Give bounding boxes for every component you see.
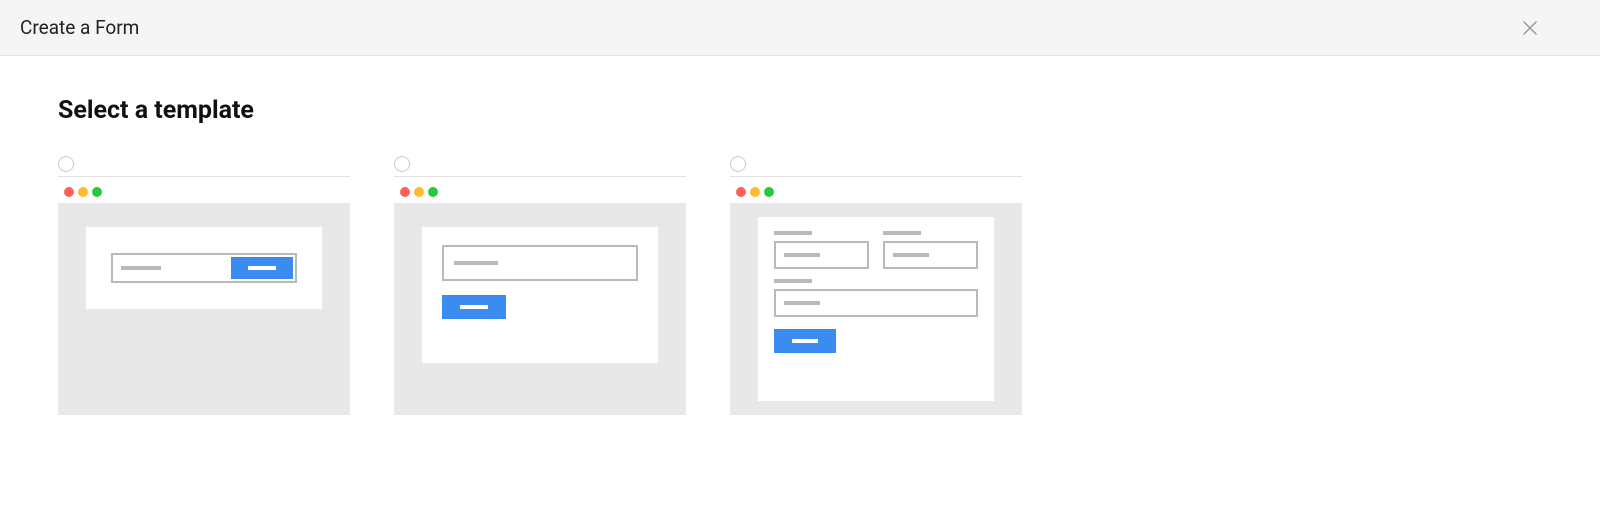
template-option-multi-field[interactable] [730,157,1022,415]
window-traffic-lights [730,183,1022,203]
close-icon [1522,20,1538,36]
template-preview [730,183,1022,415]
traffic-light-green-icon [764,187,774,197]
preview-input [883,241,978,269]
preview-input [774,241,869,269]
preview-label-line [774,279,812,283]
preview-submit-button [774,329,836,353]
preview-canvas [58,203,350,415]
template-preview [58,183,350,415]
preview-card [758,217,994,401]
traffic-light-yellow-icon [750,187,760,197]
placeholder-line [784,301,820,305]
traffic-light-green-icon [428,187,438,197]
modal-content: Select a template [0,56,1600,455]
template-option-inline[interactable] [58,157,350,415]
modal-title: Create a Form [20,16,139,39]
preview-field-group [883,231,978,269]
traffic-light-green-icon [92,187,102,197]
placeholder-line [121,266,161,270]
traffic-light-red-icon [736,187,746,197]
template-option-stacked[interactable] [394,157,686,415]
radio-unchecked-icon[interactable] [394,156,410,172]
template-radio-row [394,157,686,177]
template-radio-row [730,157,1022,177]
preview-two-column [774,231,978,269]
template-list [58,157,1542,415]
window-traffic-lights [58,183,350,203]
preview-submit-button [231,257,293,279]
traffic-light-yellow-icon [78,187,88,197]
section-heading: Select a template [58,96,1542,125]
traffic-light-red-icon [64,187,74,197]
button-label-line [792,339,818,343]
preview-submit-button [442,295,506,319]
placeholder-line [784,253,820,257]
preview-inline-input [111,253,297,283]
close-button[interactable] [1520,18,1540,38]
radio-unchecked-icon[interactable] [730,156,746,172]
button-label-line [460,305,488,309]
preview-label-line [774,231,812,235]
placeholder-line [893,253,929,257]
template-preview [394,183,686,415]
preview-field-group [774,279,978,317]
preview-card [422,227,658,363]
preview-card [86,227,322,309]
window-traffic-lights [394,183,686,203]
template-radio-row [58,157,350,177]
traffic-light-yellow-icon [414,187,424,197]
preview-canvas [394,203,686,415]
preview-input [442,245,638,281]
preview-field-group [774,231,869,269]
button-label-line [248,266,276,270]
preview-label-line [883,231,921,235]
preview-canvas [730,203,1022,415]
radio-unchecked-icon[interactable] [58,156,74,172]
placeholder-line [454,261,498,265]
modal-header: Create a Form [0,0,1600,56]
traffic-light-red-icon [400,187,410,197]
preview-input [774,289,978,317]
